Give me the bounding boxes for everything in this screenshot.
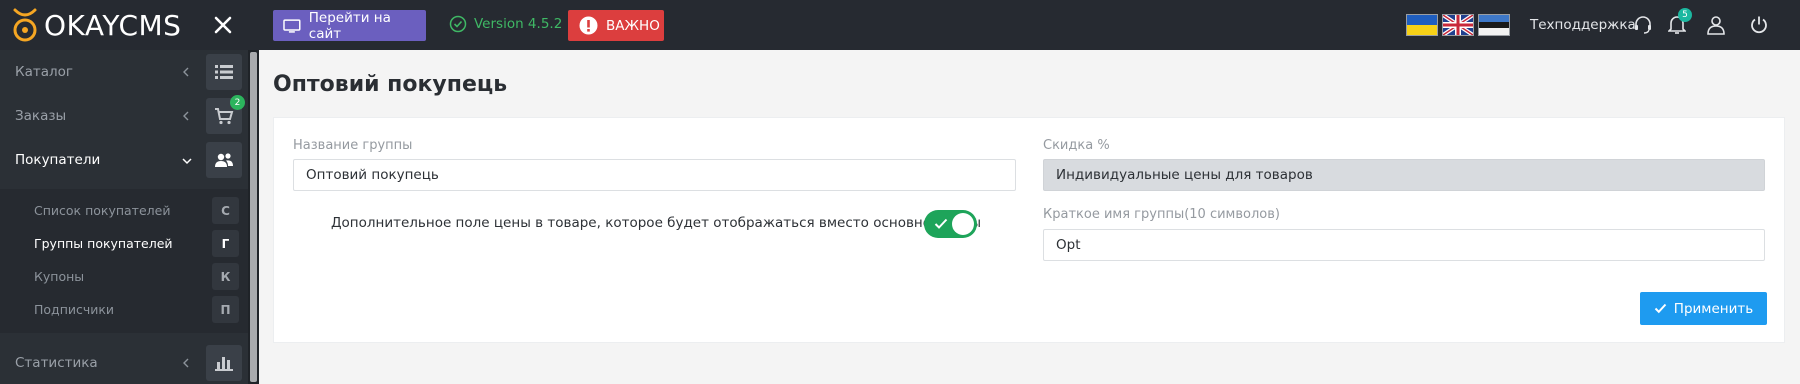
close-sidebar-icon[interactable] [210,12,236,38]
chevron-left-icon [183,111,189,121]
sidebar-item-label: Статистика [15,355,98,371]
submenu-item-label: Группы покупателей [34,236,173,251]
go-to-site-button[interactable]: Перейти на сайт [273,9,426,42]
check-icon [934,218,948,229]
price-field-toggle[interactable] [924,210,977,238]
version-label: Version 4.5.2 [474,16,563,32]
logo-bar: OKAYCMS [0,0,259,50]
logo-cms: CMS [118,8,182,42]
submenu-item-label: Список покупателей [34,203,171,218]
submenu-item-label: Купоны [34,269,85,284]
sidebar-item-label: Покупатели [15,152,101,168]
chevron-left-icon [183,67,189,77]
sidebar-item-orders[interactable]: Заказы 2 [0,94,248,138]
bar-chart-icon [206,345,242,381]
submenu-item-letter: Г [212,230,239,257]
sidebar: OKAYCMS Каталог Заказы 2 Покупатели Спис… [0,0,259,384]
sidebar-item-label: Каталог [15,64,73,80]
sidebar-scrollbar[interactable] [248,50,259,384]
cart-icon: 2 [206,95,245,134]
orders-badge: 2 [230,95,245,110]
submenu-item-coupons[interactable]: Купоны К [0,260,248,293]
power-icon[interactable] [1747,13,1771,37]
submenu-item-letter: П [212,296,239,323]
check-icon [1654,303,1667,314]
ukraine-flag-icon[interactable] [1406,14,1438,36]
alert-icon [579,16,598,35]
sidebar-item-statistics[interactable]: Статистика [0,341,248,384]
support-link[interactable]: Техподдержка [1530,17,1636,33]
discount-label: Скидка % [1043,138,1110,153]
bell-icon[interactable]: 5 [1665,8,1692,37]
monitor-icon [283,18,301,33]
logo-okay: OKAY [44,8,119,42]
group-name-label: Название группы [293,138,413,153]
user-icon[interactable] [1704,13,1728,37]
headset-icon[interactable] [1631,13,1655,37]
version-indicator: Version 4.5.2 [449,15,562,33]
list-icon [206,54,242,90]
sidebar-scrollbar-thumb[interactable] [250,52,257,382]
sidebar-item-customers[interactable]: Покупатели [0,138,248,182]
submenu-item-subscribers[interactable]: Подписчики П [0,293,248,326]
uk-flag-icon[interactable] [1442,14,1474,36]
users-icon [206,142,242,178]
sidebar-item-catalog[interactable]: Каталог [0,50,248,94]
toggle-knob [952,213,974,235]
submenu-item-customer-list[interactable]: Список покупателей С [0,194,248,227]
check-circle-icon [449,15,467,33]
go-to-site-label: Перейти на сайт [308,9,391,42]
apply-button[interactable]: Применить [1640,292,1767,325]
apply-label: Применить [1673,300,1754,317]
customers-submenu: Список покупателей С Группы покупателей … [0,189,248,333]
okay-logo-icon [10,5,40,45]
short-name-input[interactable]: Opt [1043,229,1765,261]
top-bar: Перейти на сайт Version 4.5.2 ВАЖНО Техп… [259,0,1800,50]
estonia-flag-icon[interactable] [1478,14,1510,36]
sidebar-item-label: Заказы [15,108,67,124]
important-label: ВАЖНО [606,17,660,34]
submenu-item-letter: С [212,197,239,224]
important-button[interactable]: ВАЖНО [568,10,664,41]
submenu-item-label: Подписчики [34,302,115,317]
discount-field: Индивидуальные цены для товаров [1043,159,1765,191]
logo-text[interactable]: OKAYCMS [44,9,181,42]
notifications-badge: 5 [1678,8,1692,22]
chevron-down-icon [182,158,192,165]
submenu-item-letter: К [212,263,239,290]
price-field-toggle-label: Дополнительное поле цены в товаре, котор… [331,215,982,231]
submenu-item-customer-groups[interactable]: Группы покупателей Г [0,227,248,260]
group-name-input[interactable]: Оптовий покупець [293,159,1016,191]
chevron-left-icon [183,358,189,368]
page-title: Оптовий покупець [273,72,508,97]
short-name-label: Краткое имя группы(10 символов) [1043,207,1280,222]
